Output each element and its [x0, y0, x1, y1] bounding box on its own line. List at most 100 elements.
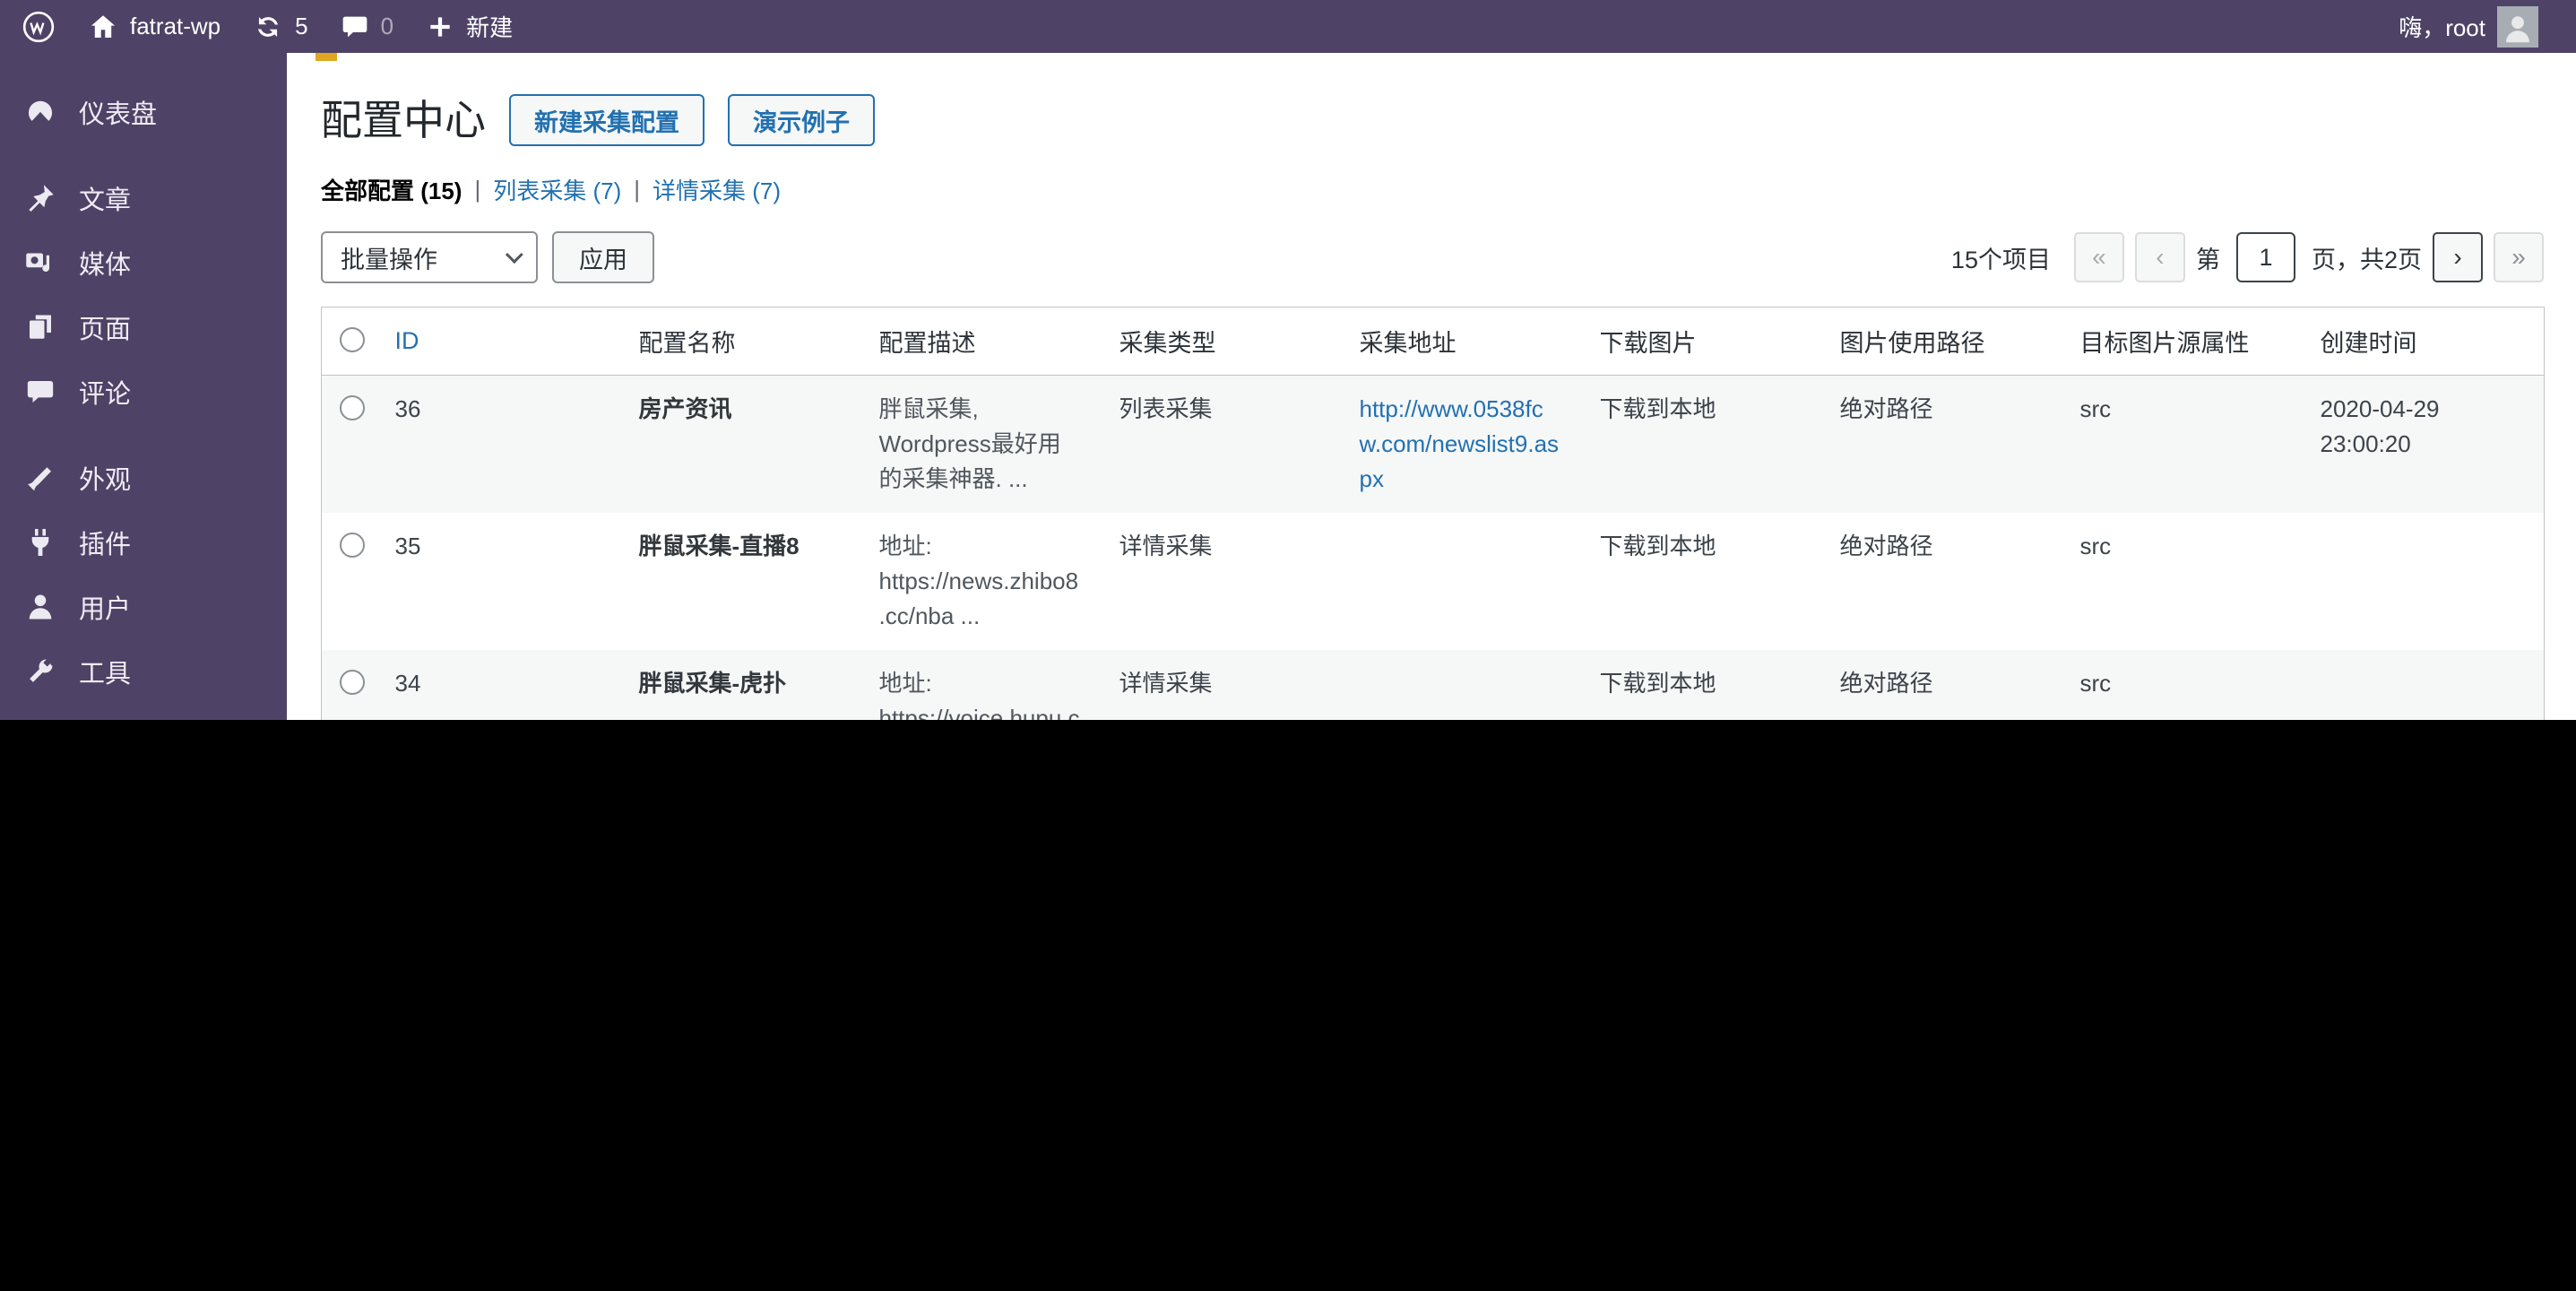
wordpress-logo-icon: [22, 10, 56, 44]
filter-separator: |: [474, 176, 480, 204]
table-row: 36 房产资讯 胖鼠采集, Wordpress最好用 的采集神器. ... 列表…: [322, 376, 2545, 514]
sidebar-item-label: 评论: [79, 373, 131, 411]
cell-image-path: 绝对路径: [1822, 376, 2062, 514]
new-content-menu[interactable]: 新建: [410, 0, 529, 53]
cell-created-time: [2303, 513, 2545, 650]
sidebar-item-label: 用户: [79, 588, 131, 626]
sidebar-item-label: 媒体: [79, 244, 131, 282]
cell-crawl-url-link[interactable]: http://www.0538fcw.com/newslist9.aspx: [1342, 376, 1582, 514]
table-row: 34 胖鼠采集-虎扑 地址: https://voice.hupu.com/cn…: [322, 650, 2545, 720]
demo-examples-button[interactable]: 演示例子: [728, 94, 875, 146]
sidebar-item-posts[interactable]: 文章: [0, 166, 287, 230]
sidebar-item-pages[interactable]: 页面: [0, 295, 287, 360]
column-header-attr: 目标图片源属性: [2080, 330, 2250, 357]
apply-button[interactable]: 应用: [552, 231, 654, 283]
sidebar-item-plugins[interactable]: 插件: [0, 510, 287, 575]
cell-crawl-type: 列表采集: [1102, 376, 1342, 514]
cell-id: 36: [377, 376, 621, 514]
cell-crawl-type: 详情采集: [1102, 513, 1342, 650]
comments-icon: [23, 375, 57, 409]
sidebar-menu: 仪表盘 文章 媒体: [0, 53, 287, 720]
column-header-desc: 配置描述: [879, 330, 976, 357]
cell-crawl-url-link: [1342, 650, 1582, 720]
site-name: fatrat-wp: [130, 13, 220, 40]
cell-image-path: 绝对路径: [1822, 650, 2062, 720]
prev-page-button: ‹: [2135, 232, 2185, 282]
column-header-download: 下载图片: [1600, 330, 1697, 357]
comments-menu[interactable]: 0: [324, 0, 410, 53]
sidebar-item-users[interactable]: 用户: [0, 575, 287, 639]
greeting-text: 嗨，root: [2399, 10, 2485, 43]
sidebar-item-tools[interactable]: 工具: [0, 639, 287, 704]
cell-image-path: 绝对路径: [1822, 513, 2062, 650]
sidebar-item-label: 文章: [79, 179, 131, 217]
cell-created-time: 2020-04-29 23:00:20: [2303, 376, 2545, 514]
first-page-button: «: [2074, 232, 2124, 282]
home-icon: [88, 12, 118, 42]
cell-crawl-type: 详情采集: [1102, 650, 1342, 720]
sidebar-item-label: 工具: [79, 653, 131, 690]
sidebar-item-label: 插件: [79, 524, 131, 561]
dashboard-icon: [23, 95, 57, 129]
wordpress-menu[interactable]: [0, 0, 72, 53]
users-icon: [23, 590, 57, 624]
cell-config-name: 房产资讯: [621, 376, 861, 514]
new-config-button[interactable]: 新建采集配置: [509, 94, 705, 146]
admin-bar: fatrat-wp 5 0: [0, 0, 2576, 53]
cell-config-name: 胖鼠采集-直播8: [621, 513, 861, 650]
filter-all[interactable]: 全部配置 (15): [321, 173, 462, 206]
row-checkbox[interactable]: [340, 670, 365, 695]
bulk-action-selected: 批量操作: [341, 240, 437, 275]
column-header-name: 配置名称: [639, 330, 736, 357]
admin-screen: 仪表盘 文章 媒体: [0, 53, 2576, 720]
cell-src-attr: src: [2062, 650, 2303, 720]
title-row: 配置中心 新建采集配置 演示例子: [321, 94, 2544, 146]
sidebar-item-label: 仪表盘: [79, 93, 157, 131]
row-checkbox[interactable]: [340, 395, 365, 420]
comments-icon: [341, 13, 369, 41]
site-link[interactable]: fatrat-wp: [72, 0, 237, 53]
config-list-table: ID 配置名称 配置描述 采集类型 采集地址 下载图片 图片使用路径 目标图片源…: [321, 307, 2545, 720]
column-header-id[interactable]: ID: [395, 327, 419, 354]
cell-src-attr: src: [2062, 513, 2303, 650]
settings-icon: [23, 719, 57, 720]
row-checkbox[interactable]: [340, 533, 365, 558]
bulk-action-select[interactable]: 批量操作: [321, 231, 538, 283]
media-icon: [23, 246, 57, 280]
current-page-input[interactable]: [2236, 232, 2295, 282]
chevron-down-icon: [506, 246, 523, 264]
next-page-button[interactable]: ›: [2433, 232, 2483, 282]
items-count: 15个项目: [1951, 240, 2051, 275]
cell-config-name: 胖鼠采集-虎扑: [621, 650, 861, 720]
update-count: 5: [295, 13, 307, 40]
column-header-path: 图片使用路径: [1840, 330, 1985, 357]
main-content: 配置中心 新建采集配置 演示例子 全部配置 (15) | 列表采集 (7) | …: [287, 53, 2576, 720]
sidebar-item-comments[interactable]: 评论: [0, 360, 287, 424]
filter-list-crawl[interactable]: 列表采集 (7): [493, 173, 621, 206]
account-menu[interactable]: 嗨，root: [2382, 0, 2554, 53]
clipped-element-fragment: [316, 53, 337, 61]
sidebar-item-media[interactable]: 媒体: [0, 230, 287, 295]
filter-links: 全部配置 (15) | 列表采集 (7) | 详情采集 (7): [321, 173, 2544, 206]
admin-bar-right: 嗨，root: [2382, 0, 2576, 53]
select-all-checkbox[interactable]: [340, 327, 365, 352]
sidebar-item-appearance[interactable]: 外观: [0, 446, 287, 510]
wordpress-admin-page: fatrat-wp 5 0: [0, 0, 2576, 1291]
pin-icon: [23, 181, 57, 215]
bulk-actions: 批量操作 应用: [321, 231, 654, 283]
sidebar-item-label: 页面: [79, 308, 131, 346]
plus-icon: [426, 13, 454, 41]
filter-separator: |: [634, 176, 640, 204]
sidebar-item-dashboard[interactable]: 仪表盘: [0, 80, 287, 144]
sidebar-item-settings[interactable]: 设置: [0, 704, 287, 720]
updates-menu[interactable]: 5: [237, 0, 324, 53]
table-header-row: ID 配置名称 配置描述 采集类型 采集地址 下载图片 图片使用路径 目标图片源…: [322, 308, 2545, 376]
cell-download: 下载到本地: [1582, 650, 1822, 720]
cell-config-desc: 胖鼠采集, Wordpress最好用 的采集神器. ...: [861, 376, 1102, 514]
last-page-button[interactable]: »: [2494, 232, 2544, 282]
page-suffix: 页，共2页: [2312, 240, 2422, 275]
filter-detail-crawl[interactable]: 详情采集 (7): [653, 173, 781, 206]
update-icon: [253, 12, 283, 42]
table-nav: 批量操作 应用 15个项目 « ‹ 第 页，共2页 › »: [321, 231, 2544, 283]
cell-created-time: [2303, 650, 2545, 720]
